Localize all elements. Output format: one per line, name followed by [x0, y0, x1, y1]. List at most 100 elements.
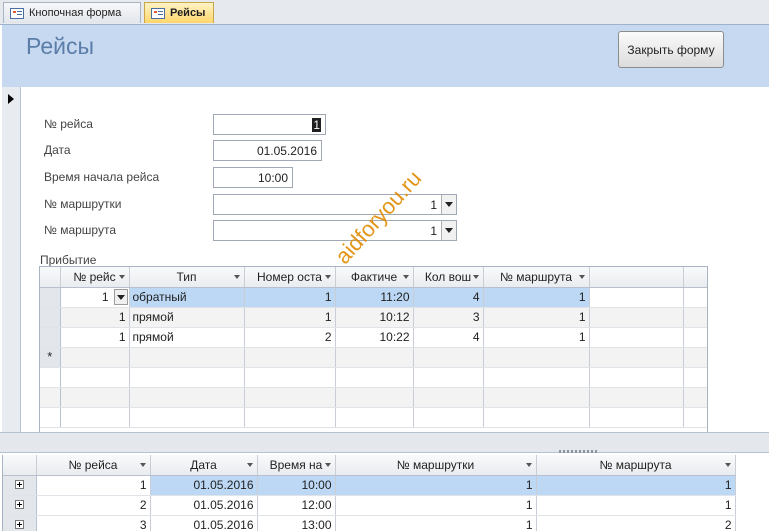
empty-row — [40, 407, 707, 428]
minibus-number-value: 1 — [430, 198, 437, 212]
table-row[interactable]: 1 прямой 2 10:22 4 1 — [40, 327, 707, 348]
arrivals-subform: № рейс Тип Номер оста Фактиче Кол вош № … — [39, 266, 708, 434]
table-row[interactable]: 3 01.05.2016 13:00 1 2 — [3, 515, 736, 531]
table-cell[interactable]: 1 — [60, 307, 130, 328]
table-cell[interactable]: 11:20 — [335, 287, 414, 308]
minibus-number-label: № маршрутки — [44, 197, 122, 211]
table-cell[interactable]: 1 — [244, 287, 336, 308]
table-cell[interactable]: 2 — [536, 515, 736, 531]
route-number-combo[interactable]: 1 — [213, 220, 457, 241]
column-header[interactable]: Кол вош — [413, 267, 484, 288]
date-field[interactable]: 01.05.2016 — [213, 140, 322, 161]
flight-number-label: № рейса — [44, 117, 93, 131]
empty-cell — [589, 347, 684, 368]
expand-plus-icon[interactable] — [14, 480, 24, 489]
table-cell[interactable] — [483, 347, 590, 368]
table-row[interactable]: 1 обратный 1 11:20 4 1 — [40, 287, 707, 308]
table-cell[interactable]: 1 — [244, 307, 336, 328]
column-header[interactable]: Номер оста — [244, 267, 336, 288]
table-cell[interactable]: 10:00 — [257, 475, 336, 496]
table-cell[interactable] — [129, 347, 245, 368]
table-cell[interactable]: 1 — [483, 307, 590, 328]
table-cell[interactable]: 3 — [36, 515, 151, 531]
chevron-down-icon[interactable] — [113, 288, 128, 305]
table-cell[interactable] — [335, 347, 414, 368]
table-cell[interactable]: 1 — [36, 475, 151, 496]
table-row[interactable]: 1 прямой 1 10:12 3 1 — [40, 307, 707, 328]
table-cell[interactable]: 2 — [244, 327, 336, 348]
table-cell[interactable]: 13:00 — [257, 515, 336, 531]
table-cell[interactable]: 12:00 — [257, 495, 336, 516]
table-cell[interactable]: 4 — [413, 327, 484, 348]
arrivals-header-row: № рейс Тип Номер оста Фактиче Кол вош № … — [40, 267, 707, 288]
current-record-arrow-icon — [8, 94, 14, 104]
table-cell[interactable]: 01.05.2016 — [150, 515, 258, 531]
expand-plus-icon[interactable] — [14, 500, 24, 509]
expand-row[interactable] — [3, 495, 37, 516]
chevron-down-icon[interactable] — [441, 195, 456, 214]
table-cell[interactable]: прямой — [129, 327, 245, 348]
select-all-corner[interactable] — [3, 455, 37, 476]
table-cell[interactable]: 1 — [60, 287, 130, 308]
table-cell[interactable]: обратный — [129, 287, 245, 308]
close-form-button[interactable]: Закрыть форму — [618, 31, 724, 68]
column-header[interactable]: № маршрутки — [335, 455, 537, 476]
table-cell[interactable]: 1 — [335, 495, 537, 516]
expand-plus-icon[interactable] — [14, 520, 24, 529]
arrivals-subform-label: Прибытие — [40, 253, 97, 267]
table-cell[interactable] — [413, 347, 484, 368]
route-number-label: № маршрута — [44, 223, 117, 237]
row-selector[interactable] — [40, 287, 61, 308]
table-cell[interactable]: 1 — [536, 475, 736, 496]
column-header[interactable]: Тип — [129, 267, 245, 288]
table-cell[interactable]: 1 — [536, 495, 736, 516]
table-cell[interactable]: 10:12 — [335, 307, 414, 328]
table-row[interactable]: 2 01.05.2016 12:00 1 1 — [3, 495, 736, 516]
table-cell[interactable]: 1 — [483, 287, 590, 308]
table-cell[interactable]: 10:22 — [335, 327, 414, 348]
tab-label: Рейсы — [170, 7, 206, 19]
route-number-value: 1 — [430, 224, 437, 238]
table-cell[interactable]: 1 — [60, 327, 130, 348]
splitter-grip-icon[interactable] — [559, 450, 597, 453]
table-cell[interactable]: 01.05.2016 — [150, 475, 258, 496]
empty-cell — [683, 307, 707, 328]
column-header[interactable]: Время на — [257, 455, 336, 476]
expand-row[interactable] — [3, 475, 37, 496]
column-header[interactable]: Дата — [150, 455, 258, 476]
tab-reisy[interactable]: Рейсы — [144, 2, 214, 23]
tab-switchboard[interactable]: Кнопочная форма — [3, 2, 141, 23]
table-cell[interactable] — [244, 347, 336, 368]
column-header[interactable]: № маршрута — [483, 267, 590, 288]
row-selector[interactable] — [40, 327, 61, 348]
start-time-field[interactable]: 10:00 — [213, 167, 293, 188]
chevron-down-icon[interactable] — [441, 221, 456, 240]
empty-cell — [589, 327, 684, 348]
table-cell[interactable]: 4 — [413, 287, 484, 308]
select-all-corner[interactable] — [40, 267, 61, 288]
new-record-row[interactable]: * — [40, 347, 707, 368]
page-title: Рейсы — [26, 33, 95, 59]
table-cell[interactable]: 1 — [483, 327, 590, 348]
table-cell[interactable]: 2 — [36, 495, 151, 516]
expand-row[interactable] — [3, 515, 37, 531]
column-header[interactable]: № рейса — [36, 455, 151, 476]
column-header[interactable]: Фактиче — [335, 267, 414, 288]
table-cell[interactable]: 1 — [335, 515, 537, 531]
form-icon — [10, 7, 24, 19]
column-header[interactable]: № рейс — [60, 267, 130, 288]
flight-number-field[interactable]: 1 — [213, 114, 326, 135]
form-splitter[interactable] — [0, 432, 769, 453]
row-selector[interactable] — [40, 307, 61, 328]
empty-cell — [683, 287, 707, 308]
table-cell[interactable]: 1 — [335, 475, 537, 496]
table-cell[interactable] — [60, 347, 130, 368]
minibus-number-combo[interactable]: 1 — [213, 194, 457, 215]
record-selector[interactable] — [2, 87, 21, 433]
table-cell[interactable]: 01.05.2016 — [150, 495, 258, 516]
table-row[interactable]: 1 01.05.2016 10:00 1 1 — [3, 475, 736, 496]
column-header[interactable]: № маршрута — [536, 455, 736, 476]
form-icon — [151, 7, 165, 19]
table-cell[interactable]: прямой — [129, 307, 245, 328]
table-cell[interactable]: 3 — [413, 307, 484, 328]
